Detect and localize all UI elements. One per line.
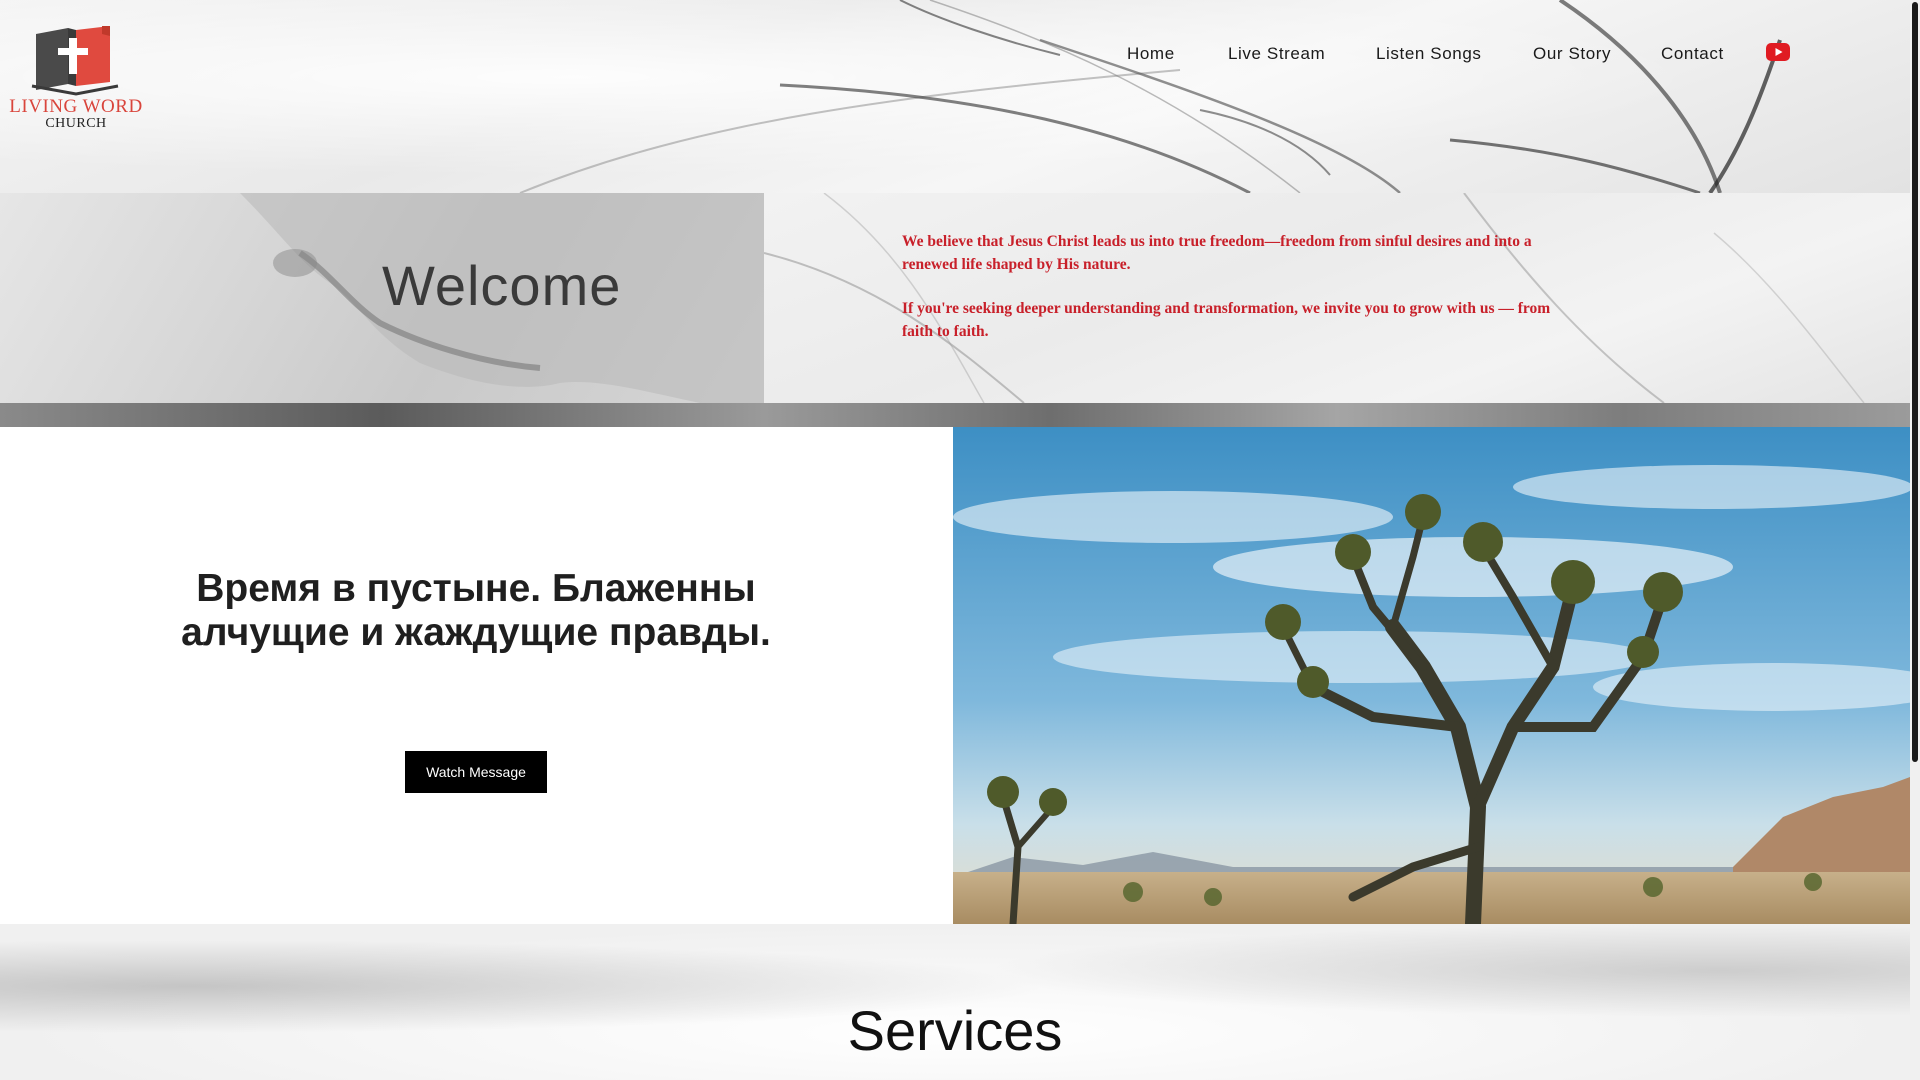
book-cross-icon	[31, 26, 119, 96]
nav-our-story[interactable]: Our Story	[1533, 44, 1611, 64]
page-scrollbar[interactable]	[1910, 0, 1920, 1080]
church-logo[interactable]: LIVING WORD CHURCH	[6, 24, 146, 131]
welcome-paragraph-2: If you're seeking deeper understanding a…	[902, 300, 1551, 340]
nav-home[interactable]: Home	[1127, 44, 1175, 64]
sermon-section: Время в пустыне. Блаженны алчущие и жажд…	[0, 427, 1910, 924]
header-crack-texture	[519, 0, 1782, 193]
welcome-paragraph-1: We believe that Jesus Christ leads us in…	[902, 233, 1532, 273]
sermon-title: Время в пустыне. Блаженны алчущие и жажд…	[181, 567, 771, 654]
joshua-tree-photo	[953, 427, 1910, 924]
services-section: Services	[0, 924, 1910, 1080]
welcome-right-panel: We believe that Jesus Christ leads us in…	[763, 193, 1910, 404]
page: LIVING WORD CHURCH Home Live Stream List…	[0, 0, 1910, 1080]
welcome-title: Welcome	[382, 254, 622, 317]
scrollbar-thumb[interactable]	[1912, 2, 1918, 762]
logo-subtitle: CHURCH	[45, 116, 107, 131]
welcome-section: Welcome We believe that Jesus Christ lea…	[0, 193, 1910, 427]
sermon-text-panel: Время в пустыне. Блаженны алчущие и жажд…	[0, 427, 953, 924]
nav-listen-songs[interactable]: Listen Songs	[1376, 44, 1482, 64]
welcome-left-panel: Welcome	[0, 193, 764, 403]
logo-wordmark: LIVING WORD	[9, 96, 143, 117]
nav-live-stream[interactable]: Live Stream	[1228, 44, 1325, 64]
site-header: LIVING WORD CHURCH Home Live Stream List…	[0, 0, 1910, 193]
youtube-icon[interactable]	[1766, 43, 1790, 61]
rock-strip	[0, 403, 1910, 427]
welcome-message: We believe that Jesus Christ leads us in…	[902, 231, 1552, 343]
nav-contact[interactable]: Contact	[1661, 44, 1724, 64]
services-title: Services	[847, 999, 1063, 1062]
watch-message-button[interactable]: Watch Message	[405, 751, 547, 793]
